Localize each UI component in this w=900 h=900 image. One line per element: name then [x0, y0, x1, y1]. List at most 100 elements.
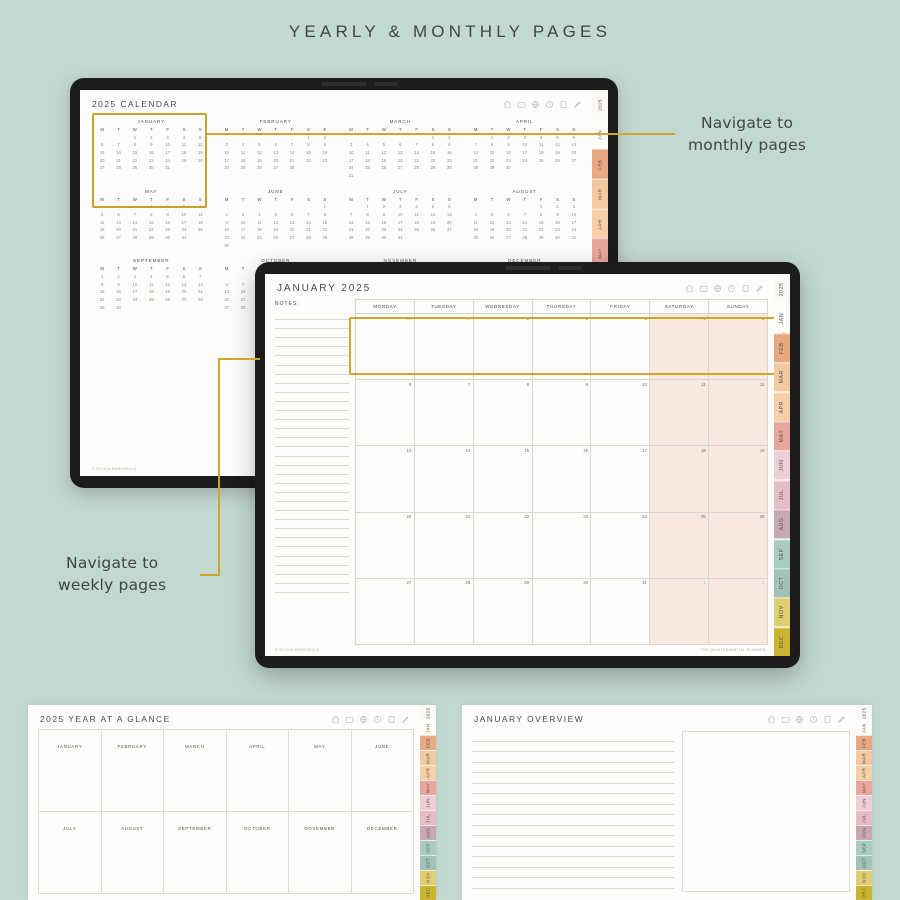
mini-day[interactable]: 31 — [343, 173, 359, 179]
mini-day[interactable]: 4 — [533, 135, 549, 141]
day-cell[interactable]: 2 — [709, 578, 768, 646]
mini-day[interactable]: 13 — [110, 220, 126, 226]
clock-icon[interactable] — [373, 715, 382, 724]
mini-day[interactable]: 24 — [235, 235, 251, 241]
home-icon[interactable] — [503, 100, 512, 109]
month-tab-apr[interactable]: APR — [856, 765, 872, 780]
mini-day[interactable]: 23 — [159, 227, 175, 233]
mini-day[interactable]: 12 — [94, 220, 110, 226]
mini-day[interactable]: 4 — [359, 142, 375, 148]
mini-day[interactable]: 21 — [468, 158, 484, 164]
mini-day[interactable]: 15 — [533, 220, 549, 226]
mini-day[interactable]: 23 — [441, 158, 457, 164]
day-cell[interactable]: 27 — [356, 578, 415, 646]
month-tab-jan[interactable]: JAN — [774, 303, 790, 333]
mini-day[interactable]: 11 — [408, 212, 424, 218]
day-cell[interactable]: 30 — [532, 578, 592, 646]
mini-day[interactable]: 1 — [533, 204, 549, 210]
pencil-icon[interactable] — [401, 715, 410, 724]
mini-day[interactable]: 22 — [300, 158, 316, 164]
month-tab-dec[interactable]: DEC — [856, 885, 872, 900]
yag-cell-february[interactable]: FEBRUARY — [101, 730, 164, 812]
mini-month-august[interactable]: AUGUST M T W T F S S 1 2 3 4 5 6 7 8 9 10 11 12 13 14 15 16 17 1… — [466, 186, 585, 254]
mini-day[interactable]: 5 — [94, 212, 110, 218]
mini-day[interactable]: 15 — [359, 220, 375, 226]
month-tab-sep[interactable]: SEP — [420, 840, 436, 855]
mini-day[interactable]: 7 — [284, 142, 300, 148]
mini-day[interactable]: 18 — [251, 227, 267, 233]
day-cell[interactable]: 26 — [709, 512, 768, 579]
yag-cell-august[interactable]: AUGUST — [101, 812, 164, 894]
mini-day[interactable]: 1 — [300, 135, 316, 141]
overview-line[interactable] — [472, 794, 674, 805]
mini-day[interactable]: 8 — [359, 212, 375, 218]
clock-icon[interactable] — [727, 284, 736, 293]
month-tab-oct[interactable]: OCT — [420, 855, 436, 870]
day-cell[interactable]: 3 — [591, 314, 651, 381]
day-cell[interactable]: 1 — [473, 314, 533, 381]
mini-day[interactable]: 14 — [127, 220, 143, 226]
mini-day[interactable]: 29 — [143, 235, 159, 241]
notes-line[interactable] — [275, 338, 349, 348]
month-tab-aug[interactable]: AUG — [856, 825, 872, 840]
month-tab-jan[interactable]: JAN — [856, 720, 872, 735]
mini-day[interactable]: 3 — [566, 204, 582, 210]
notes-line[interactable] — [275, 457, 349, 466]
mini-day[interactable]: 7 — [235, 282, 251, 288]
mini-day[interactable]: 17 — [343, 158, 359, 164]
overview-line[interactable] — [472, 868, 674, 878]
mini-day[interactable]: 23 — [219, 235, 235, 241]
day-cell[interactable]: 17 — [591, 446, 651, 513]
mini-day[interactable]: 25 — [533, 158, 549, 164]
mini-day[interactable]: 5 — [159, 274, 175, 280]
mini-day[interactable]: 22 — [425, 158, 441, 164]
mini-day[interactable]: 14 — [408, 150, 424, 156]
note-icon[interactable] — [781, 715, 790, 724]
mini-day[interactable]: 14 — [284, 150, 300, 156]
mini-day[interactable]: 1 — [484, 135, 500, 141]
mini-day[interactable]: 28 — [284, 165, 300, 171]
mini-day[interactable]: 22 — [143, 227, 159, 233]
mini-day[interactable]: 1 — [359, 204, 375, 210]
mini-day[interactable]: 11 — [251, 220, 267, 226]
mini-day[interactable]: 6 — [284, 212, 300, 218]
day-cell[interactable]: 24 — [591, 512, 651, 579]
mini-day[interactable]: 2 — [549, 204, 565, 210]
notes-line[interactable] — [275, 466, 349, 475]
mini-day[interactable]: 16 — [441, 150, 457, 156]
month-tab-may[interactable]: MAY — [420, 780, 436, 795]
mini-day[interactable]: 21 — [517, 227, 533, 233]
month-tab-dec[interactable]: DEC — [420, 885, 436, 900]
globe-icon[interactable] — [713, 284, 722, 293]
notes-line[interactable] — [275, 547, 349, 557]
mini-day[interactable]: 25 — [408, 227, 424, 233]
mini-day[interactable]: 21 — [284, 158, 300, 164]
mini-day[interactable]: 24 — [392, 227, 408, 233]
month-tab-apr[interactable]: APR — [592, 208, 608, 239]
day-cell[interactable]: 16 — [532, 446, 592, 513]
mini-month-february[interactable]: FEBRUARY M T W T F S S 1 2 3 4 5 6 7 8 9 10 11 12 13 14 15 16 1… — [217, 116, 336, 184]
month-tab-feb[interactable]: FEB — [420, 735, 436, 750]
mini-day[interactable]: 6 — [268, 142, 284, 148]
mini-day[interactable]: 27 — [219, 305, 235, 311]
mini-month-april[interactable]: APRIL M T W T F S S 1 2 3 4 5 6 7 8 9 10 11 12 13 14 15 16 17 18… — [466, 116, 585, 184]
mini-day[interactable]: 12 — [549, 142, 565, 148]
mini-day[interactable]: 26 — [376, 165, 392, 171]
yag-cell-may[interactable]: MAY — [289, 730, 352, 812]
day-cell[interactable]: 5 — [709, 314, 768, 381]
mini-day[interactable]: 27 — [392, 165, 408, 171]
globe-icon[interactable] — [359, 715, 368, 724]
mini-day[interactable]: 30 — [441, 165, 457, 171]
mini-day[interactable]: 30 — [110, 305, 126, 311]
clock-icon[interactable] — [809, 715, 818, 724]
mini-day[interactable]: 27 — [441, 227, 457, 233]
day-cell[interactable]: 8 — [473, 380, 533, 447]
mini-day[interactable]: 17 — [517, 150, 533, 156]
notes-line[interactable] — [275, 475, 349, 484]
mini-day[interactable]: 2 — [376, 204, 392, 210]
yag-cell-november[interactable]: NOVEMBER — [289, 812, 352, 894]
book-icon[interactable] — [559, 100, 568, 109]
mini-day[interactable]: 23 — [549, 227, 565, 233]
mini-day[interactable]: 25 — [251, 235, 267, 241]
mini-day[interactable]: 2 — [110, 274, 126, 280]
